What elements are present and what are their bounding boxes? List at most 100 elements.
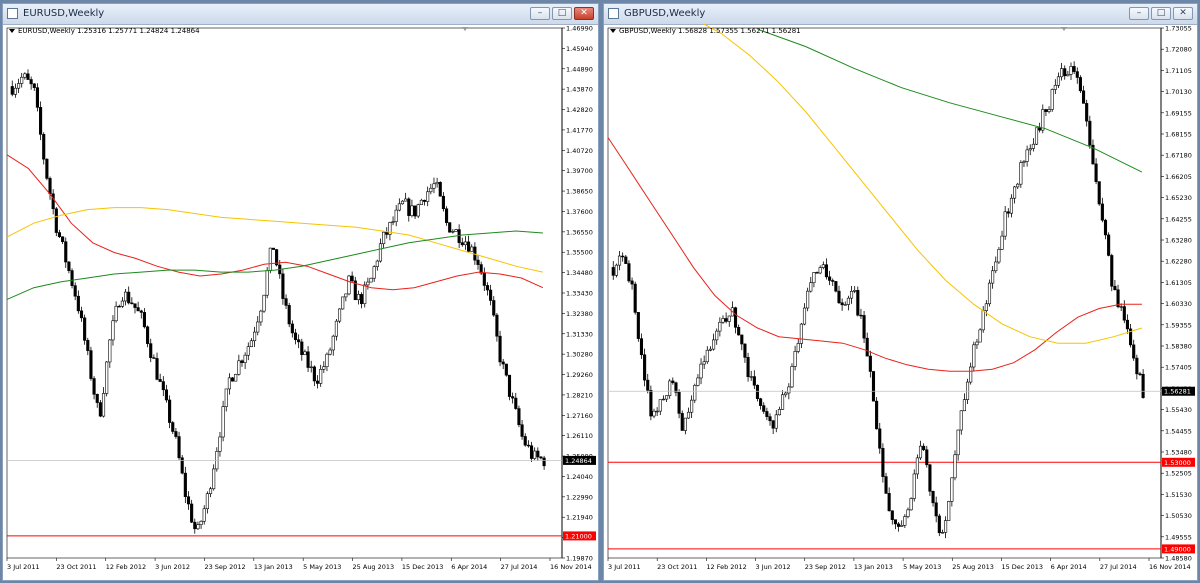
chart-window-icon <box>7 8 18 19</box>
candle-body <box>400 200 405 205</box>
close-button[interactable]: ✕ <box>1173 7 1193 20</box>
maximize-button[interactable]: □ <box>1151 7 1171 20</box>
candle-body <box>862 315 866 339</box>
candle-body <box>212 468 216 490</box>
candle-body <box>1078 77 1082 92</box>
candle-body <box>476 259 480 265</box>
candle-body <box>846 297 850 305</box>
candle-body <box>45 158 49 179</box>
candle-body <box>451 231 455 233</box>
candle-body <box>158 379 162 382</box>
candle-body <box>937 515 941 534</box>
x-tick-label: 16 Nov 2014 <box>1149 563 1191 571</box>
candle-body <box>611 267 615 276</box>
minimize-button[interactable]: – <box>530 7 550 20</box>
maximize-button[interactable]: □ <box>552 7 572 20</box>
y-tick-label: 1.58380 <box>1165 343 1192 351</box>
candle-body <box>16 83 21 89</box>
y-tick-label: 1.35500 <box>566 249 593 257</box>
candle-body <box>101 393 106 417</box>
candle-body <box>1066 74 1070 77</box>
candle-body <box>382 231 386 245</box>
candle-body <box>643 354 647 381</box>
candle-body <box>897 523 901 527</box>
close-button[interactable]: ✕ <box>574 7 594 20</box>
candle-body <box>806 290 810 309</box>
candle-body <box>997 249 1001 263</box>
candle-body <box>1053 84 1057 90</box>
candle-body <box>787 386 791 394</box>
eurusd-chart-area[interactable]: 1.46990 1.45940 1.44890 1.43870 1.42820 1.417… <box>3 24 598 580</box>
candle-body <box>73 285 77 297</box>
candle-body <box>32 83 36 88</box>
candle-body <box>419 199 423 205</box>
candle-body <box>837 290 841 304</box>
candle-body <box>994 261 998 272</box>
chart-info-line: GBPUSD,Weekly 1.56828 1.57355 1.56271 1.… <box>610 27 801 35</box>
y-tick-label: 1.59355 <box>1165 321 1192 329</box>
candle-body <box>139 310 143 313</box>
candle-body <box>1110 255 1114 287</box>
candle-body <box>834 281 838 292</box>
candle-body <box>208 488 213 494</box>
candle-body <box>432 183 436 189</box>
candle-body <box>690 399 694 413</box>
candle-body <box>815 272 819 274</box>
candle-body <box>658 399 662 412</box>
candle-body <box>79 310 84 319</box>
candle-body <box>1063 68 1067 77</box>
candle-body <box>630 280 634 285</box>
candle-body <box>680 413 684 431</box>
candle-body <box>649 390 653 417</box>
window-titlebar[interactable]: GBPUSD,Weekly – □ ✕ <box>604 4 1197 25</box>
window-titlebar[interactable]: EURUSD,Weekly – □ ✕ <box>3 4 598 25</box>
y-tick-label: 1.21940 <box>566 514 593 522</box>
x-tick-label: 27 Jul 2014 <box>501 563 538 571</box>
y-tick-label: 1.46990 <box>566 25 593 33</box>
candle-body <box>542 457 546 467</box>
y-tick-label: 1.41770 <box>566 126 593 134</box>
candle-body <box>174 431 178 437</box>
x-tick-label: 6 Apr 2014 <box>451 563 487 571</box>
candle-body <box>1132 344 1136 359</box>
chart-window-gbpusd[interactable]: GBPUSD,Weekly – □ ✕ 1.73055 1.72080 1.7110… <box>603 3 1198 581</box>
candle-body <box>435 182 439 185</box>
candle-body <box>918 445 923 459</box>
candle-body <box>61 236 65 243</box>
candle-body <box>884 476 888 494</box>
candle-body <box>10 86 14 95</box>
level-label: 1.49000 <box>1164 545 1191 553</box>
candle-body <box>334 320 338 337</box>
gbpusd-chart-area[interactable]: 1.73055 1.72080 1.71105 1.70130 1.69155 1.681… <box>604 24 1197 580</box>
candle-body <box>489 289 493 301</box>
y-tick-label: 1.27160 <box>566 412 593 420</box>
candle-body <box>702 361 706 365</box>
candle-body <box>646 379 650 391</box>
candle-body <box>105 361 109 394</box>
minimize-button[interactable]: – <box>1129 7 1149 20</box>
candle-body <box>482 272 486 286</box>
candle-body <box>366 281 370 286</box>
candle-body <box>909 498 913 511</box>
candle-body <box>422 199 427 202</box>
candle-body <box>13 87 17 95</box>
candle-body <box>777 409 781 416</box>
candle-body <box>931 490 935 504</box>
candle-body <box>727 315 731 322</box>
candle-body <box>975 341 979 346</box>
candle-body <box>1041 109 1045 131</box>
candle-body <box>950 477 954 502</box>
candle-body <box>407 198 411 216</box>
candle-body <box>306 351 310 368</box>
chart-window-eurusd[interactable]: EURUSD,Weekly – □ ✕ 1.46990 1.45940 1.4489… <box>2 3 599 581</box>
chart-ohlc: 1.25316 1.25771 1.24824 1.24864 <box>77 27 200 35</box>
candle-body <box>621 255 625 258</box>
y-tick-label: 1.65230 <box>1165 194 1192 202</box>
chart-symbol: GBPUSD,Weekly <box>619 27 676 35</box>
candle-body <box>1107 234 1111 256</box>
candle-body <box>1047 109 1051 112</box>
x-tick-label: 5 May 2013 <box>903 563 941 571</box>
candle-body <box>740 334 744 345</box>
level-label: 1.21000 <box>565 532 592 540</box>
candle-body <box>328 349 332 355</box>
